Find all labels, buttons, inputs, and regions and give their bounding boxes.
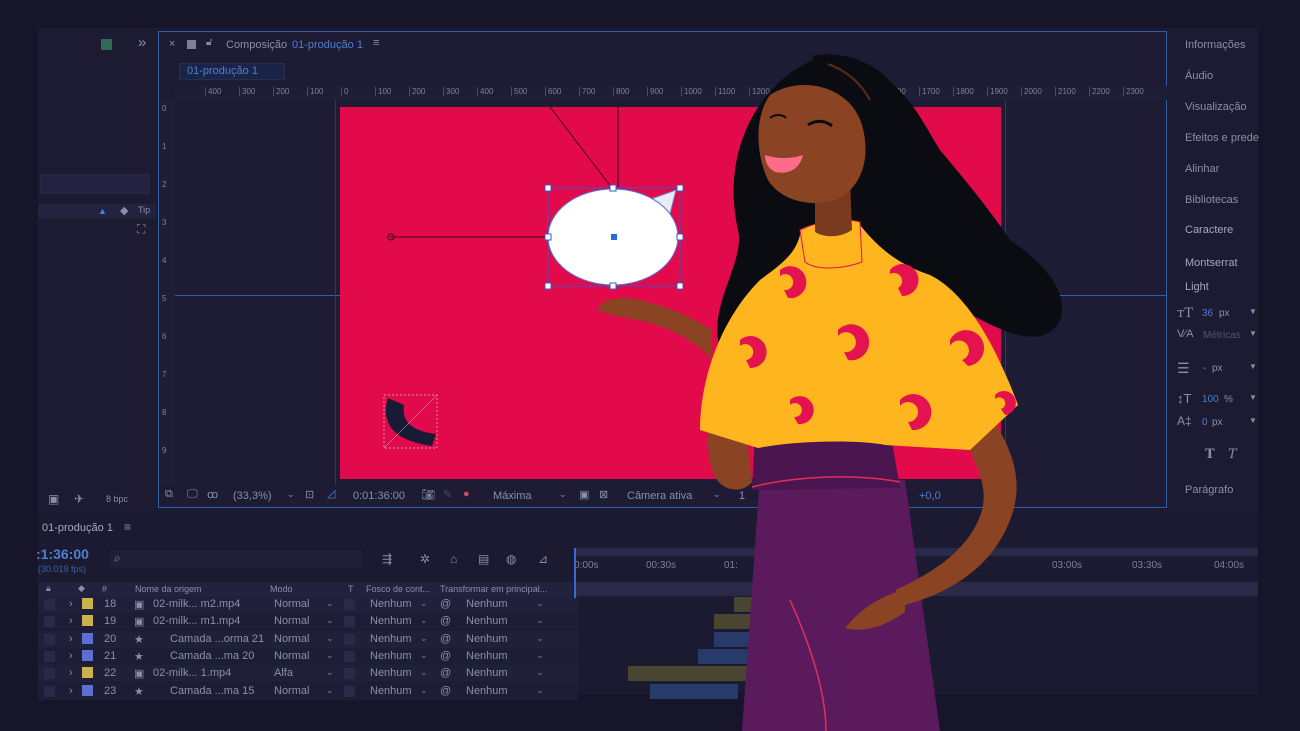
character-illustration [598,54,1062,731]
left-hand-shape [598,298,712,360]
